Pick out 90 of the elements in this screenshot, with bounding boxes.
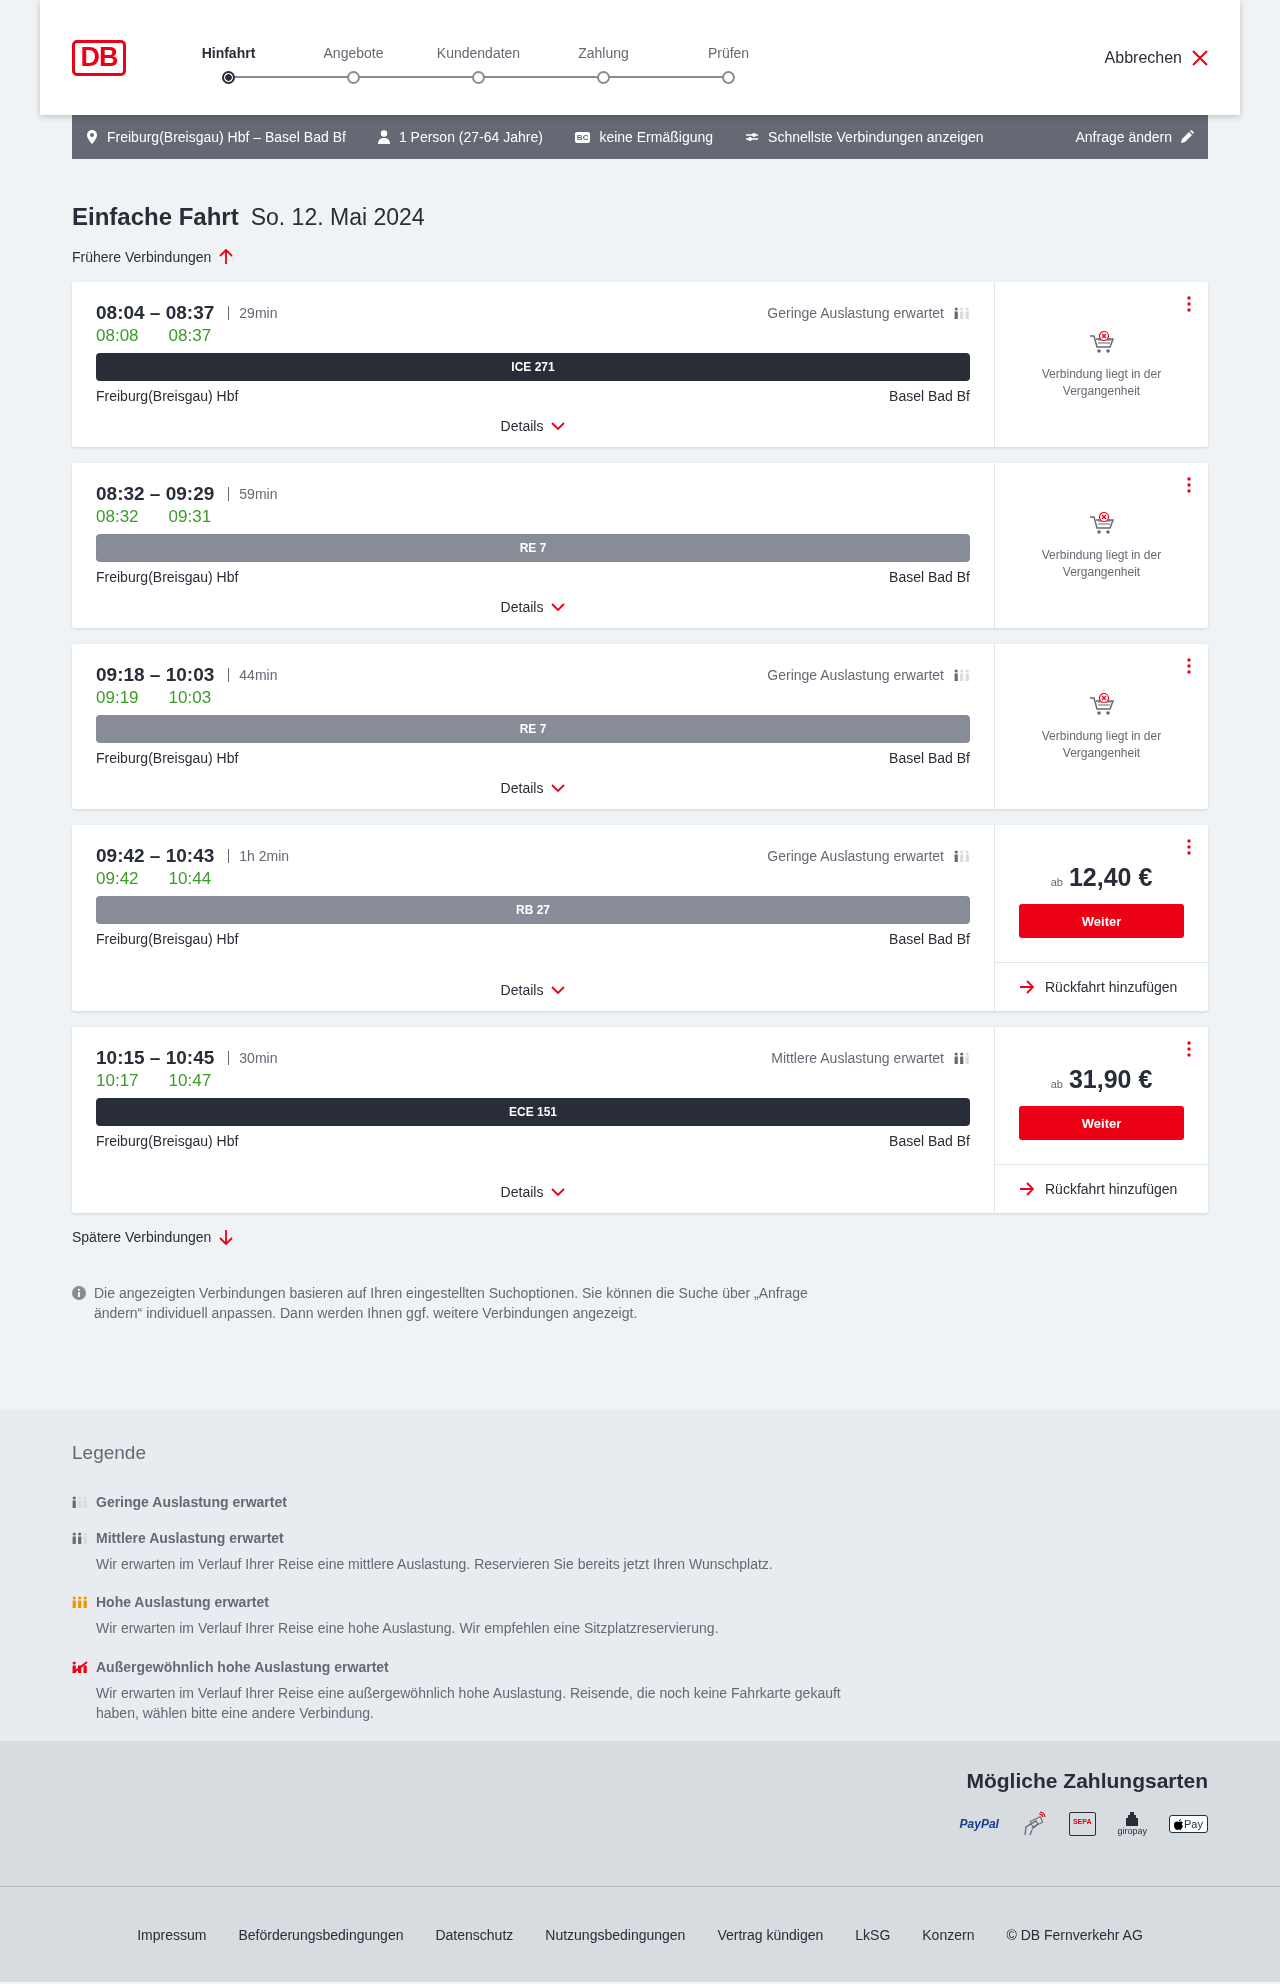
- travel-date: So. 12. Mai 2024: [250, 204, 425, 231]
- step-label: Zahlung: [578, 45, 629, 61]
- edit-request-button[interactable]: Anfrage ändern: [1075, 129, 1194, 145]
- legend-title: Legende: [72, 1442, 147, 1464]
- add-return-link[interactable]: Rückfahrt hinzufügen: [995, 962, 1208, 1011]
- schedule-time: 08:32 – 09:29: [96, 483, 215, 505]
- footer-link[interactable]: Vertrag kündigen: [717, 1926, 824, 1943]
- details-toggle[interactable]: Details: [494, 585, 572, 616]
- earlier-connections-link[interactable]: Frühere Verbindungen: [72, 249, 234, 265]
- occupancy-text: Geringe Auslastung erwartet: [767, 305, 944, 321]
- realtime-departure: 10:17: [96, 1071, 139, 1091]
- duration: 59min: [228, 487, 278, 501]
- realtime-departure: 08:32: [96, 507, 139, 527]
- legend-item-title: Mittlere Auslastung erwartet: [96, 1530, 284, 1546]
- occupancy-text: Geringe Auslastung erwartet: [767, 667, 944, 683]
- arrival-station: Basel Bad Bf: [889, 750, 970, 766]
- details-toggle[interactable]: Details: [494, 1170, 572, 1201]
- realtime-departure: 09:42: [96, 869, 139, 889]
- arrival-station: Basel Bad Bf: [889, 1133, 970, 1149]
- footer-link[interactable]: Datenschutz: [435, 1926, 514, 1943]
- duration: 30min: [228, 1051, 278, 1065]
- legend-item-title: Hohe Auslastung erwartet: [96, 1594, 269, 1611]
- logo[interactable]: DB: [72, 39, 126, 76]
- schedule-time: 09:18 – 10:03: [96, 664, 215, 686]
- details-toggle[interactable]: Details: [494, 766, 572, 797]
- unavailable-message: Verbindung liegt in der Vergangenheit: [1040, 365, 1163, 400]
- train-bar[interactable]: ICE 271: [96, 353, 970, 381]
- notice-text: Die angezeigten Verbindungen basieren auf Ihren eingestellten Suchoptionen. Sie können die Suche über „Anfrage ändern“ individuell anpassen. Dann werden Ihnen ggf. weitere Verbindungen angezeigt.: [94, 1284, 809, 1324]
- occupancy-text: Geringe Auslastung erwartet: [767, 848, 944, 864]
- step-label: Kundendaten: [436, 45, 521, 61]
- search-summary-text: keine Ermäßigung: [599, 129, 714, 145]
- departure-station: Freiburg(Breisgau) Hbf: [96, 931, 239, 947]
- departure-station: Freiburg(Breisgau) Hbf: [96, 569, 239, 585]
- schedule-time: 08:04 – 08:37: [96, 302, 215, 324]
- footer-link[interactable]: Konzern: [922, 1926, 975, 1943]
- unavailable-message: Verbindung liegt in der Vergangenheit: [1040, 546, 1163, 581]
- giropay-text: giropay: [1117, 1826, 1148, 1836]
- price: 31,90 €: [1068, 1065, 1153, 1094]
- details-toggle[interactable]: Details: [494, 968, 572, 999]
- legend-item-text: Wir erwarten im Verlauf Ihrer Reise eine mittlere Auslastung. Reservieren Sie bereits jetzt Ihren Wunschplatz.: [96, 1555, 774, 1574]
- later-connections-link[interactable]: Spätere Verbindungen: [72, 1229, 234, 1245]
- add-return-link[interactable]: Rückfahrt hinzufügen: [995, 1164, 1208, 1213]
- footer-link[interactable]: Nutzungsbedingungen: [545, 1926, 686, 1943]
- schedule-time: 09:42 – 10:43: [96, 845, 215, 867]
- realtime-arrival: 10:03: [168, 688, 212, 708]
- schedule-time: 10:15 – 10:45: [96, 1047, 215, 1069]
- footer-link[interactable]: Beförderungsbedingungen: [238, 1926, 404, 1943]
- arrival-station: Basel Bad Bf: [889, 388, 970, 404]
- step-label: Prüfen: [707, 45, 750, 61]
- step-label: Hinfahrt: [201, 45, 256, 61]
- bahncard-icon: BC: [574, 131, 591, 143]
- realtime-arrival: 10:47: [168, 1071, 212, 1091]
- realtime-departure: 08:08: [96, 326, 139, 346]
- cancel-button[interactable]: Abbrechen: [1104, 48, 1208, 67]
- paypal-logo: PayPal: [959, 1817, 999, 1831]
- realtime-arrival: 09:31: [168, 507, 212, 527]
- legend-item-title: Außergewöhnlich hohe Auslastung erwartet: [96, 1658, 389, 1675]
- departure-station: Freiburg(Breisgau) Hbf: [96, 750, 239, 766]
- train-bar[interactable]: ECE 151: [96, 1098, 970, 1126]
- duration: 44min: [228, 668, 278, 682]
- apple-pay-logo: Pay: [1169, 1815, 1208, 1833]
- footer-link[interactable]: © DB Fernverkehr AG: [1006, 1926, 1143, 1943]
- duration: 29min: [228, 306, 278, 320]
- details-toggle[interactable]: Details: [494, 404, 572, 435]
- search-summary-text: Freiburg(Breisgau) Hbf – Basel Bad Bf: [107, 129, 346, 145]
- step-label: Angebote: [323, 45, 384, 61]
- realtime-arrival: 08:37: [168, 326, 212, 346]
- footer-link[interactable]: Impressum: [137, 1926, 207, 1943]
- duration: 1h 2min: [228, 849, 290, 863]
- price: 12,40 €: [1068, 863, 1153, 892]
- search-summary-text: 1 Person (27-64 Jahre): [398, 129, 543, 145]
- search-summary-text: Schnellste Verbindungen anzeigen: [768, 129, 984, 145]
- legend-item-text: Wir erwarten im Verlauf Ihrer Reise eine außergewöhnlich hohe Auslastung. Reisende, die noch keine Fahrkarte gekauft haben, wählen bitte eine andere Verbindung.: [96, 1683, 842, 1723]
- price-prefix: ab: [1050, 876, 1063, 888]
- unavailable-message: Verbindung liegt in der Vergangenheit: [1040, 727, 1163, 762]
- occupancy-text: Mittlere Auslastung erwartet: [771, 1050, 944, 1066]
- continue-button[interactable]: Weiter: [1019, 904, 1184, 938]
- legend-item-text: Wir erwarten im Verlauf Ihrer Reise eine hohe Auslastung. Wir empfehlen eine Sitzplatzreservierung.: [96, 1619, 720, 1639]
- arrival-station: Basel Bad Bf: [889, 931, 970, 947]
- departure-station: Freiburg(Breisgau) Hbf: [96, 388, 239, 404]
- footer-link[interactable]: LkSG: [855, 1926, 891, 1943]
- continue-button[interactable]: Weiter: [1019, 1106, 1184, 1140]
- realtime-departure: 09:19: [96, 688, 139, 708]
- realtime-arrival: 10:44: [168, 869, 212, 889]
- payment-title: Mögliche Zahlungsarten: [966, 1769, 1208, 1793]
- page-title: Einfache Fahrt: [72, 203, 239, 231]
- arrival-station: Basel Bad Bf: [889, 569, 970, 585]
- departure-station: Freiburg(Breisgau) Hbf: [96, 1133, 239, 1149]
- legend-item-title: Geringe Auslastung erwartet: [96, 1494, 287, 1510]
- price-prefix: ab: [1050, 1078, 1063, 1090]
